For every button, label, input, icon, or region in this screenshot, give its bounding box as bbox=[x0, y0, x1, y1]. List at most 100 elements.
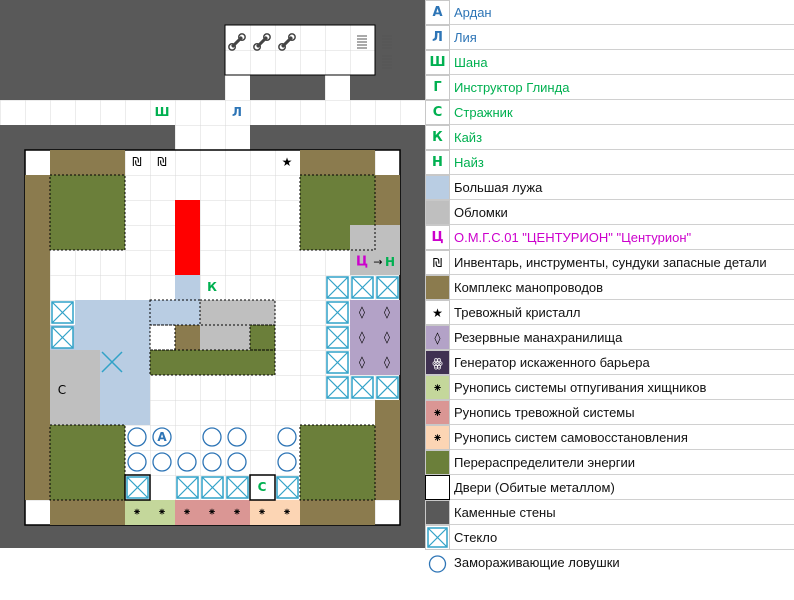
legend-symbol: ⁕ bbox=[425, 375, 450, 400]
legend-item: Большая лужа bbox=[425, 175, 794, 200]
stone-wall bbox=[350, 75, 375, 100]
legend-item-freeze-traps: Замораживающие ловушки bbox=[425, 550, 794, 575]
legend-item: Каменные стены bbox=[425, 500, 794, 525]
legend-label: Ардан bbox=[454, 5, 492, 20]
energy-redistributor bbox=[300, 475, 325, 500]
energy-redistributor bbox=[250, 350, 275, 375]
energy-redistributor bbox=[50, 450, 75, 475]
map: ◊ ◊ ◊ ◊ ◊ ◊ ⁕ ⁕ ⁕ ⁕ ⁕ ⁕ ⁕ ₪ ₪ ★ Ш Л К Ц → Н С С А bbox=[0, 0, 425, 548]
stone-wall bbox=[0, 0, 225, 100]
red-block bbox=[175, 200, 200, 275]
legend-symbol-text: Ц bbox=[431, 230, 444, 245]
glass-cell bbox=[351, 276, 374, 299]
legend-item: ★ Тревожный кристалл bbox=[425, 300, 794, 325]
pipe-complex bbox=[25, 175, 50, 500]
legend-item: ꙮ Генератор искаженного барьера bbox=[425, 350, 794, 375]
glass-cell bbox=[51, 326, 74, 349]
legend-label: Тревожный кристалл bbox=[454, 305, 581, 320]
energy-redistributor bbox=[100, 450, 125, 475]
debris bbox=[200, 300, 275, 325]
energy-redistributor bbox=[325, 475, 350, 500]
energy-redistributor bbox=[300, 200, 325, 225]
mana-icon: ◊ bbox=[359, 305, 365, 319]
legend-item: ⁕ Рунопись систем самовосстановления bbox=[425, 425, 794, 450]
legend-label: Лия bbox=[454, 30, 477, 45]
legend-symbol-text: С bbox=[432, 105, 443, 120]
energy-redistributor bbox=[300, 225, 325, 250]
character-kaiz: К bbox=[207, 280, 217, 294]
pipe-complex bbox=[300, 150, 375, 175]
debris bbox=[200, 325, 250, 350]
energy-redistributor bbox=[350, 425, 375, 450]
legend-symbol-text: ◊ bbox=[434, 330, 441, 345]
legend-symbol: С bbox=[425, 100, 450, 125]
energy-redistributor bbox=[325, 175, 350, 200]
legend-label: Шана bbox=[454, 55, 488, 70]
puddle bbox=[125, 400, 150, 425]
legend-symbol-text: ⁕ bbox=[432, 430, 443, 445]
legend-freeze-label: Замораживающие ловушки bbox=[454, 555, 620, 570]
mana-icon: ◊ bbox=[384, 330, 390, 344]
pipe-complex bbox=[50, 150, 125, 175]
legend-item: Обломки bbox=[425, 200, 794, 225]
legend-symbol: Ц bbox=[425, 225, 450, 250]
legend-symbol bbox=[425, 525, 450, 550]
energy-redistributor bbox=[350, 450, 375, 475]
legend-symbol-text: ₪ bbox=[432, 255, 443, 270]
rune-icon: ⁕ bbox=[257, 506, 266, 519]
glass-cell bbox=[226, 476, 249, 499]
character-guard-debris: С bbox=[58, 383, 66, 397]
energy-redistributor bbox=[75, 450, 100, 475]
rune-icon: ⁕ bbox=[282, 506, 291, 519]
legend-label: Каменные стены bbox=[454, 505, 556, 520]
puddle bbox=[75, 300, 175, 325]
energy-redistributor bbox=[100, 475, 125, 500]
energy-redistributor bbox=[50, 200, 75, 225]
legend-item: ◊ Резервные манахранилища bbox=[425, 325, 794, 350]
legend-label: Кайз bbox=[454, 130, 483, 145]
rune-icon: ⁕ bbox=[207, 506, 216, 519]
rune-icon: ⁕ bbox=[182, 506, 191, 519]
stone-wall bbox=[0, 125, 175, 150]
energy-redistributor bbox=[200, 350, 225, 375]
glass-cell bbox=[276, 476, 299, 499]
glass-cell bbox=[51, 301, 74, 324]
legend-label: Найз bbox=[454, 155, 484, 170]
legend-symbol-text: К bbox=[432, 130, 443, 145]
glass-cell bbox=[326, 376, 349, 399]
legend-item: Двери (Обитые металлом) bbox=[425, 475, 794, 500]
mana-icon: ◊ bbox=[384, 305, 390, 319]
legend-label: Стекло bbox=[454, 530, 498, 545]
legend-symbol-text: Л bbox=[432, 30, 443, 45]
energy-redistributor bbox=[50, 475, 75, 500]
energy-redistributor bbox=[325, 425, 350, 450]
energy-redistributor bbox=[350, 175, 375, 200]
energy-redistributor bbox=[350, 200, 375, 225]
legend-item: ⁕ Рунопись системы отпугивания хищников bbox=[425, 375, 794, 400]
energy-redistributor bbox=[325, 200, 350, 225]
glass-cell bbox=[201, 476, 224, 499]
legend-item: К Кайз bbox=[425, 125, 794, 150]
legend-item: А Ардан bbox=[425, 0, 794, 25]
energy-redistributor bbox=[75, 200, 100, 225]
mana-icon: ◊ bbox=[359, 330, 365, 344]
legend-item: Стекло bbox=[425, 525, 794, 550]
energy-redistributor bbox=[75, 175, 100, 200]
legend-symbol: ★ bbox=[425, 300, 450, 325]
energy-redistributor bbox=[325, 225, 350, 250]
legend-symbol: Ш bbox=[425, 50, 450, 75]
legend-label: Рунопись систем самовосстановления bbox=[454, 430, 688, 445]
legend-symbol-text: А bbox=[432, 5, 443, 20]
pipe-complex bbox=[375, 400, 400, 500]
glass-cell bbox=[376, 276, 399, 299]
character-liya: Л bbox=[232, 105, 242, 119]
energy-redistributor bbox=[75, 225, 100, 250]
legend-symbol: ꙮ bbox=[425, 350, 450, 375]
legend-label: Генератор искаженного барьера bbox=[454, 355, 650, 370]
inventory-icon: ₪ bbox=[157, 155, 166, 169]
energy-redistributor bbox=[350, 475, 375, 500]
rune-icon: ⁕ bbox=[132, 506, 141, 519]
legend-label: Инвентарь, инструменты, сундуки запасные… bbox=[454, 255, 767, 270]
character-ardan: А bbox=[157, 430, 167, 444]
legend-symbol-text: ⁕ bbox=[432, 405, 443, 420]
